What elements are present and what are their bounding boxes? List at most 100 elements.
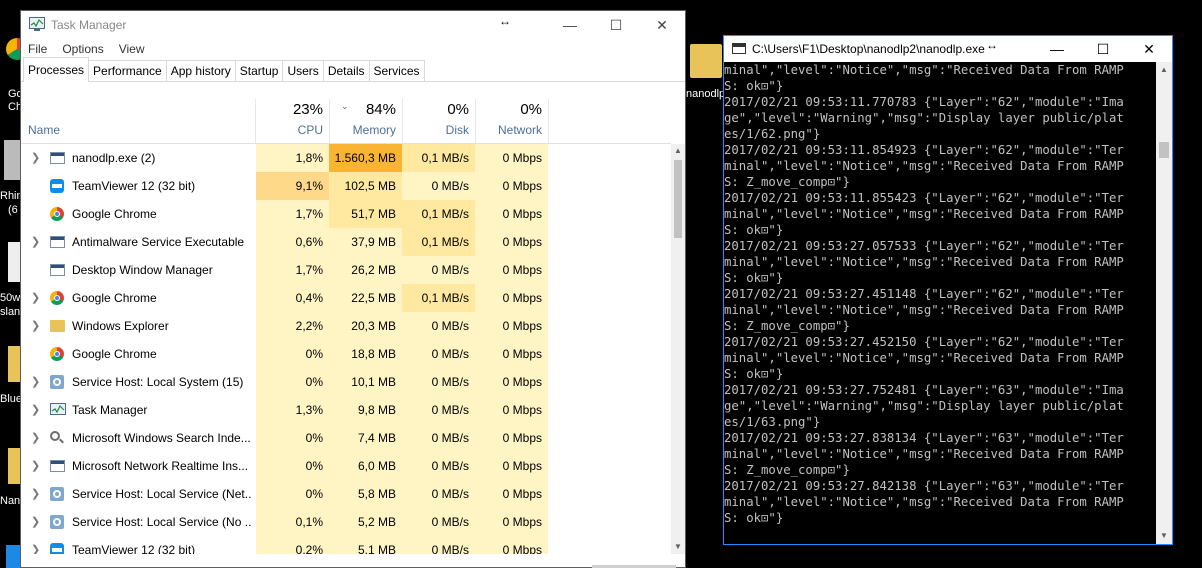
folder-desktop-icon[interactable] bbox=[8, 346, 20, 382]
table-header: Name 23% CPU ⌄ 84% Memory 0% Disk 0% Net… bbox=[21, 99, 671, 144]
network-cell: 0 Mbps bbox=[475, 508, 548, 536]
disk-total: 0% bbox=[447, 101, 469, 118]
console-line: ge","level":"Warning","msg":"Display lay… bbox=[724, 111, 1124, 125]
maximize-button[interactable]: ☐ bbox=[1080, 36, 1126, 62]
column-header-name[interactable]: Name bbox=[28, 123, 60, 137]
table-row[interactable]: ❯ nanodlp.exe (2) 1,8% 1.560,3 MB 0,1 MB/s 0 … bbox=[21, 144, 671, 172]
app-desktop-icon[interactable] bbox=[6, 545, 20, 568]
console-line: S: ok⊡"} bbox=[724, 511, 784, 525]
table-row[interactable]: Google Chrome 1,7% 51,7 MB 0,1 MB/s 0 Mbps bbox=[21, 200, 671, 228]
process-name: Microsoft Windows Search Inde... bbox=[72, 431, 251, 445]
table-row[interactable]: ❯ Antimalware Service Executable 0,6% 37,9 … bbox=[21, 228, 671, 256]
expand-chevron-icon[interactable]: ❯ bbox=[31, 424, 40, 452]
console-line: 2017/02/21 09:53:27.057533 {"Layer":"62"… bbox=[724, 239, 1124, 253]
menu-options[interactable]: Options bbox=[62, 42, 103, 56]
table-row[interactable]: ❯ Service Host: Local Service (No ... 0,1%… bbox=[21, 508, 671, 536]
console-title-bar[interactable]: C:\Users\F1\Desktop\nanodlp2\nanodlp.exe… bbox=[724, 36, 1172, 62]
tab-services[interactable]: Services bbox=[368, 60, 425, 81]
menu-view[interactable]: View bbox=[119, 42, 145, 56]
console-line: minal","level":"Notice","msg":"Received … bbox=[724, 495, 1124, 509]
expand-chevron-icon[interactable]: ❯ bbox=[31, 536, 40, 554]
table-row[interactable]: ❯ Service Host: Local Service (Net... 0% 5,… bbox=[21, 480, 671, 508]
console-scrollbar[interactable]: ▲ ▼ bbox=[1156, 62, 1172, 544]
column-header-cpu[interactable]: 23% CPU bbox=[256, 99, 329, 143]
table-row[interactable]: Desktop Window Manager 1,7% 26,2 MB 0 MB/s 0… bbox=[21, 256, 671, 284]
cpu-label: CPU bbox=[297, 123, 323, 137]
minimize-button[interactable]: — bbox=[547, 11, 593, 39]
column-header-disk[interactable]: 0% Disk bbox=[402, 99, 475, 143]
tab-performance[interactable]: Performance bbox=[88, 60, 167, 81]
expand-chevron-icon[interactable]: ❯ bbox=[31, 480, 40, 508]
menu-file[interactable]: File bbox=[28, 42, 47, 56]
minimize-button[interactable]: — bbox=[1034, 36, 1080, 62]
close-button[interactable]: ✕ bbox=[1126, 36, 1172, 62]
table-row[interactable]: ❯ Microsoft Windows Search Inde... 0% 7,4 M… bbox=[21, 424, 671, 452]
scroll-up-arrow-icon[interactable]: ▲ bbox=[1156, 62, 1172, 78]
menu-bar: File Options View bbox=[21, 39, 685, 59]
disk-cell: 0,1 MB/s bbox=[402, 144, 475, 172]
network-cell: 0 Mbps bbox=[475, 480, 548, 508]
console-line: 2017/02/21 09:53:27.452150 {"Layer":"62"… bbox=[724, 335, 1124, 349]
scroll-down-arrow-icon[interactable]: ▼ bbox=[671, 540, 685, 554]
table-row[interactable]: ❯ Service Host: Local System (15) 0% 10,1 M… bbox=[21, 368, 671, 396]
expand-chevron-icon[interactable]: ❯ bbox=[31, 228, 40, 256]
process-name: Service Host: Local Service (Net... bbox=[72, 487, 252, 501]
tab-app-history[interactable]: App history bbox=[165, 60, 236, 81]
process-name: Google Chrome bbox=[72, 207, 157, 221]
cpu-cell: 9,1% bbox=[256, 172, 329, 200]
process-name: Google Chrome bbox=[72, 347, 157, 361]
disk-cell: 0 MB/s bbox=[402, 424, 475, 452]
desktop-label: Blue bbox=[0, 393, 23, 405]
maximize-button[interactable]: ☐ bbox=[593, 11, 639, 39]
memory-label: Memory bbox=[352, 123, 396, 137]
expand-chevron-icon[interactable]: ❯ bbox=[31, 144, 40, 172]
expand-chevron-icon[interactable]: ❯ bbox=[31, 312, 40, 340]
cpu-cell: 0% bbox=[256, 340, 329, 368]
column-header-network[interactable]: 0% Network bbox=[475, 99, 548, 143]
console-line: S: Z_move_comp⊡"} bbox=[724, 319, 850, 333]
scroll-up-arrow-icon[interactable]: ▲ bbox=[671, 144, 685, 158]
disk-cell: 0 MB/s bbox=[402, 396, 475, 424]
rhino-desktop-icon[interactable] bbox=[4, 140, 20, 180]
expand-chevron-icon[interactable]: ❯ bbox=[31, 284, 40, 312]
column-separator[interactable] bbox=[548, 99, 549, 143]
tab-users[interactable]: Users bbox=[282, 60, 324, 81]
table-row[interactable]: ❯ Windows Explorer 2,2% 20,3 MB 0 MB/s 0 Mbps bbox=[21, 312, 671, 340]
expand-chevron-icon[interactable]: ❯ bbox=[31, 396, 40, 424]
desktop-label: slan bbox=[0, 306, 21, 318]
scroll-thumb[interactable] bbox=[674, 160, 682, 238]
expand-chevron-icon[interactable]: ❯ bbox=[31, 452, 40, 480]
table-row[interactable]: ❯ Google Chrome 0,4% 22,5 MB 0,1 MB/s 0 Mbps bbox=[21, 284, 671, 312]
file-desktop-icon[interactable] bbox=[8, 242, 20, 282]
table-row[interactable]: ❯ Task Manager 1,3% 9,8 MB 0 MB/s 0 Mbps bbox=[21, 396, 671, 424]
scroll-thumb[interactable] bbox=[1159, 142, 1169, 158]
disk-cell: 0 MB/s bbox=[402, 256, 475, 284]
tab-details[interactable]: Details bbox=[322, 60, 370, 81]
tab-processes[interactable]: Processes bbox=[23, 57, 90, 82]
memory-cell: 20,3 MB bbox=[329, 312, 402, 340]
table-row[interactable]: ❯ TeamViewer 12 (32 bit) 0,2% 5,1 MB 0 MB/s 0… bbox=[21, 536, 671, 554]
console-line: S: ok⊡"} bbox=[724, 79, 784, 93]
cpu-cell: 0% bbox=[256, 368, 329, 396]
scroll-down-arrow-icon[interactable]: ▼ bbox=[1156, 528, 1172, 544]
console-output[interactable]: minal","level":"Notice","msg":"Received … bbox=[724, 62, 1156, 544]
table-row[interactable]: Google Chrome 0% 18,8 MB 0 MB/s 0 Mbps bbox=[21, 340, 671, 368]
nanodlp-folder-icon[interactable]: nanodlp bbox=[686, 40, 725, 100]
memory-cell: 102,5 MB bbox=[329, 172, 402, 200]
process-name: Windows Explorer bbox=[72, 319, 169, 333]
folder-desktop-icon[interactable] bbox=[8, 448, 20, 484]
expand-chevron-icon[interactable]: ❯ bbox=[31, 368, 40, 396]
console-line: es/1/62.png"} bbox=[724, 127, 821, 141]
close-button[interactable]: ✕ bbox=[639, 11, 685, 39]
sort-down-icon: ⌄ bbox=[341, 101, 349, 111]
tab-startup[interactable]: Startup bbox=[234, 60, 284, 81]
vertical-scrollbar[interactable]: ▲ ▼ bbox=[671, 144, 685, 554]
table-row[interactable]: ❯ Microsoft Network Realtime Ins... 0% 6,0 … bbox=[21, 452, 671, 480]
title-bar[interactable]: Task Manager ↔ — ☐ ✕ bbox=[21, 11, 685, 39]
memory-cell: 5,2 MB bbox=[329, 508, 402, 536]
column-header-memory[interactable]: ⌄ 84% Memory bbox=[329, 99, 402, 143]
disk-cell: 0 MB/s bbox=[402, 340, 475, 368]
expand-chevron-icon[interactable]: ❯ bbox=[31, 508, 40, 536]
memory-cell: 18,8 MB bbox=[329, 340, 402, 368]
table-row[interactable]: TeamViewer 12 (32 bit) 9,1% 102,5 MB 0 MB/s… bbox=[21, 172, 671, 200]
